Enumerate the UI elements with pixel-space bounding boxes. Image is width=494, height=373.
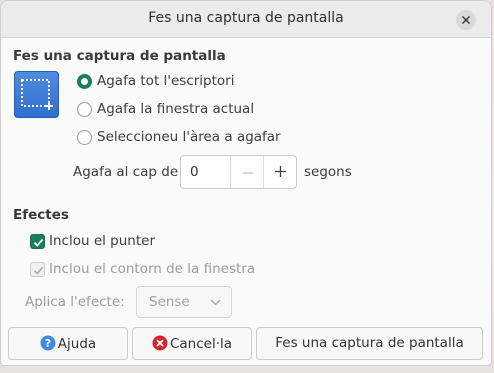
close-button[interactable] (456, 10, 476, 30)
radio-current-window-label: Agafa la finestra actual (97, 101, 255, 117)
cancel-icon (152, 335, 168, 351)
include-pointer-checkbox[interactable] (30, 234, 45, 249)
help-button[interactable]: ? Ajuda (8, 327, 128, 360)
delay-spinbutton: 0 (180, 155, 297, 189)
screenshot-dialog: Fes una captura de pantalla Fes una capt… (0, 0, 492, 366)
delay-suffix-label: segons (304, 164, 352, 180)
include-border-checkbox[interactable] (30, 262, 45, 277)
window-title: Fes una captura de pantalla (148, 10, 344, 26)
take-screenshot-button[interactable]: Fes una captura de pantalla (256, 327, 483, 360)
take-screenshot-label: Fes una captura de pantalla (275, 335, 464, 351)
include-pointer-label: Inclou el punter (49, 233, 155, 249)
radio-select-area[interactable] (77, 130, 92, 145)
chevron-down-icon (210, 299, 221, 306)
radio-select-area-label: Seleccioneu l'àrea a agafar (97, 129, 281, 145)
close-icon (462, 16, 470, 24)
minus-icon (242, 171, 253, 174)
cancel-button[interactable]: Cancel·la (132, 327, 252, 360)
apply-effect-value: Sense (149, 294, 190, 310)
apply-effect-label: Aplica l'efecte: (25, 294, 125, 310)
effects-section-title: Efectes (13, 207, 69, 223)
delay-prefix-label: Agafa al cap de (73, 164, 179, 180)
radio-current-window[interactable] (77, 102, 92, 117)
include-border-label: Inclou el contorn de la finestra (49, 261, 256, 277)
titlebar: Fes una captura de pantalla (1, 1, 491, 38)
cancel-button-label: Cancel·la (169, 336, 233, 352)
plus-icon (275, 165, 286, 177)
help-icon: ? (40, 335, 56, 351)
delay-decrement-button[interactable] (230, 156, 264, 188)
capture-section-title: Fes una captura de pantalla (13, 48, 226, 64)
help-button-label: Ajuda (57, 336, 97, 352)
checkmark-icon (33, 266, 44, 275)
apply-effect-dropdown[interactable]: Sense (136, 286, 232, 318)
delay-increment-button[interactable] (263, 156, 297, 188)
checkmark-icon (33, 238, 44, 247)
radio-whole-desktop-label: Agafa tot l'escriptori (97, 73, 235, 89)
screenshot-area-icon (14, 71, 59, 118)
delay-input[interactable]: 0 (190, 164, 199, 180)
radio-whole-desktop[interactable] (77, 74, 92, 89)
svg-text:?: ? (45, 337, 51, 350)
